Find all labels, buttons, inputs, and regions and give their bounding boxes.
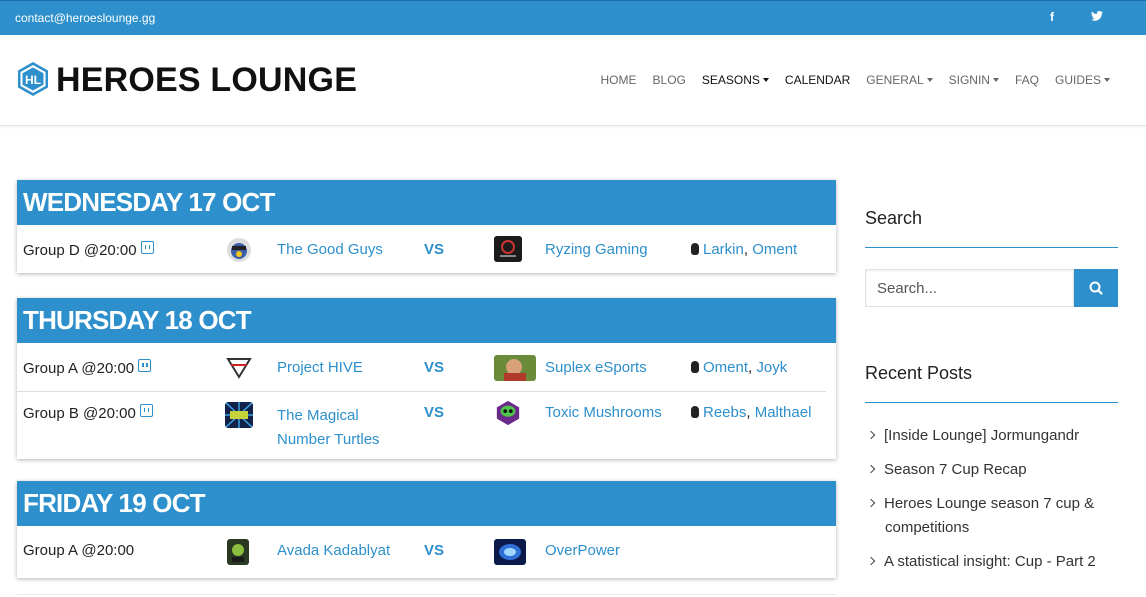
nav-general[interactable]: GENERAL: [866, 73, 933, 87]
caster-link[interactable]: Reebs: [703, 404, 746, 421]
team1-link[interactable]: The Magical: [277, 407, 359, 424]
recent-posts-title: Recent Posts: [865, 363, 973, 383]
divider: [865, 247, 1118, 248]
caret-down-icon: [762, 78, 769, 82]
day-card: THURSDAY 18 OCT Group A @20:00 Project H…: [17, 298, 836, 459]
site-logo-text[interactable]: HEROES LOUNGE: [56, 61, 357, 99]
twitter-icon[interactable]: [1091, 10, 1103, 24]
divider: [17, 594, 836, 595]
team2-link[interactable]: Toxic Mushrooms: [545, 404, 662, 421]
day-title: WEDNESDAY 17 OCT: [17, 180, 836, 225]
facebook-icon[interactable]: f: [1050, 10, 1054, 24]
day-title: FRIDAY 19 OCT: [17, 481, 836, 526]
team-logo: [494, 236, 522, 262]
nav-guides[interactable]: GUIDES: [1055, 73, 1110, 87]
search-button[interactable]: [1074, 269, 1118, 307]
site-header: HL HEROES LOUNGE HOME BLOG SEASONS CALEN…: [0, 35, 1146, 126]
match-group-time: Group A @20:00: [23, 542, 135, 559]
match-group-time: Group B @20:00: [23, 404, 153, 422]
chevron-right-icon: [866, 556, 876, 566]
team1-link-line2[interactable]: Number Turtles: [277, 431, 380, 448]
team-logo: [494, 355, 536, 381]
twitch-icon[interactable]: [139, 404, 153, 417]
caret-down-icon: [1104, 78, 1110, 82]
caret-down-icon: [992, 78, 999, 82]
match-row: Group A @20:00 Project HIVE VS Suplex eS…: [17, 343, 836, 391]
team-logo: [227, 238, 251, 262]
team1-link[interactable]: Avada Kadablyat: [277, 542, 390, 559]
vs-label: VS: [424, 241, 445, 258]
twitch-icon[interactable]: [140, 241, 154, 254]
caster-link[interactable]: Joyk: [756, 359, 787, 376]
recent-post-link[interactable]: Season 7 Cup Recap: [866, 458, 1118, 482]
team2-link[interactable]: Ryzing Gaming: [545, 241, 648, 258]
nav-signin[interactable]: SIGNIN: [949, 73, 999, 87]
recent-post-link[interactable]: A statistical insight: Cup - Part 2: [866, 550, 1118, 574]
contact-email-link[interactable]: contact@heroeslounge.gg: [15, 11, 155, 25]
team-logo: [225, 402, 253, 428]
nav-home[interactable]: HOME: [601, 73, 637, 87]
heroes-lounge-logo-icon[interactable]: HL: [17, 61, 49, 97]
chevron-right-icon: [866, 464, 876, 474]
day-title: THURSDAY 18 OCT: [17, 298, 836, 343]
microphone-icon: [691, 243, 699, 255]
search-icon: [1089, 281, 1103, 295]
day-card: FRIDAY 19 OCT Group A @20:00 Avada Kadab…: [17, 481, 836, 578]
team-logo: [494, 539, 526, 565]
match-row: Group B @20:00 The Magical Number Turtle…: [17, 391, 826, 459]
svg-text:HL: HL: [25, 73, 41, 87]
day-card: WEDNESDAY 17 OCT Group D @20:00 The Good…: [17, 180, 836, 273]
casters: Larkin, Oment: [691, 241, 797, 258]
top-bar: contact@heroeslounge.gg f: [0, 0, 1146, 35]
microphone-icon: [691, 406, 699, 418]
team-logo: [227, 539, 249, 565]
match-group-time: Group A @20:00: [23, 359, 152, 377]
recent-post-link[interactable]: Heroes Lounge season 7 cup & competition…: [866, 492, 1118, 540]
nav-blog[interactable]: BLOG: [653, 73, 686, 87]
team-logo: [496, 400, 520, 426]
chevron-right-icon: [866, 430, 876, 440]
recent-post-link[interactable]: [Inside Lounge] Jormungandr: [866, 424, 1118, 448]
search-input[interactable]: Search...: [865, 269, 1074, 307]
caster-link[interactable]: Oment: [703, 359, 748, 376]
twitch-icon[interactable]: [138, 359, 152, 372]
team2-link[interactable]: Suplex eSports: [545, 359, 647, 376]
match-group-time: Group D @20:00: [23, 241, 154, 259]
caret-down-icon: [926, 78, 933, 82]
search-widget-title: Search: [865, 208, 923, 228]
caster-link[interactable]: Oment: [752, 241, 797, 258]
team1-link[interactable]: Project HIVE: [277, 359, 363, 376]
team-logo: [225, 355, 253, 381]
caster-link[interactable]: Larkin: [703, 241, 744, 258]
chevron-right-icon: [866, 498, 876, 508]
main-nav: HOME BLOG SEASONS CALENDAR GENERAL SIGNI…: [585, 73, 1110, 87]
casters: Reebs, Malthael: [691, 404, 811, 421]
vs-label: VS: [424, 359, 445, 376]
vs-label: VS: [424, 542, 445, 559]
caster-link[interactable]: Malthael: [755, 404, 812, 421]
team1-multiline: The Magical Number Turtles: [277, 404, 380, 452]
nav-calendar[interactable]: CALENDAR: [785, 73, 850, 87]
match-row: Group D @20:00 The Good Guys VS Ryzing G…: [17, 225, 836, 273]
match-row: Group A @20:00 Avada Kadablyat VS OverPo…: [17, 526, 836, 578]
nav-seasons[interactable]: SEASONS: [702, 73, 769, 87]
vs-label: VS: [424, 404, 445, 421]
divider: [865, 402, 1118, 403]
team1-link[interactable]: The Good Guys: [277, 241, 383, 258]
team2-link[interactable]: OverPower: [545, 542, 620, 559]
nav-faq[interactable]: FAQ: [1015, 73, 1039, 87]
microphone-icon: [691, 361, 699, 373]
casters: Oment, Joyk: [691, 359, 787, 376]
